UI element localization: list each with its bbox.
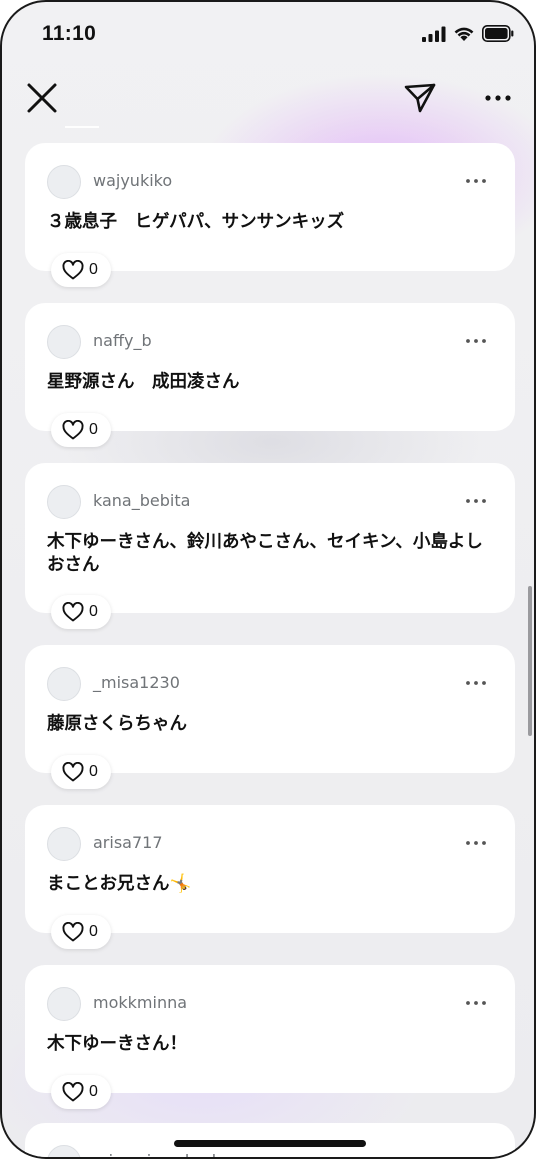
more-horizontal-icon — [466, 179, 486, 183]
home-indicator[interactable] — [174, 1140, 366, 1147]
comment-list: wajyukiko ３歳息子 ヒゲパパ、サンサンキッズ 0 naffy_b 星野… — [2, 2, 534, 1157]
comment-text: 木下ゆーきさん！ — [47, 1034, 187, 1054]
heart-icon — [62, 602, 84, 622]
comment-card: mokkminna 木下ゆーきさん！ 0 — [25, 965, 515, 1109]
more-horizontal-icon — [466, 1001, 486, 1005]
like-count: 0 — [89, 603, 98, 620]
comment-card: wajyukiko ３歳息子 ヒゲパパ、サンサンキッズ 0 — [25, 143, 515, 287]
like-button[interactable]: 0 — [51, 595, 111, 629]
comment-more-button[interactable] — [461, 673, 491, 693]
like-button[interactable]: 0 — [51, 1075, 111, 1109]
comment-more-button[interactable] — [461, 833, 491, 853]
comment-username[interactable]: wajyukiko — [93, 171, 172, 190]
heart-icon — [62, 420, 84, 440]
comment-more-button[interactable] — [461, 993, 491, 1013]
comment-username[interactable]: arisa717 — [93, 833, 163, 852]
comment-card: naffy_b 星野源さん 成田凌さん 0 — [25, 303, 515, 447]
phone-frame: 11:10 wajyukiko ３歳息子 ヒゲパパ、サンサンキッズ 0 naff… — [0, 0, 536, 1159]
heart-icon — [62, 762, 84, 782]
like-button[interactable]: 0 — [51, 755, 111, 789]
comment-text: 星野源さん 成田凌さん — [47, 372, 240, 392]
comment-username[interactable]: naffy_b — [93, 331, 152, 350]
more-horizontal-icon — [466, 841, 486, 845]
comment-username[interactable]: kana_bebita — [93, 491, 190, 510]
comment-username[interactable]: misomi_mukoshop — [93, 1151, 242, 1157]
more-horizontal-icon — [466, 339, 486, 343]
like-button[interactable]: 0 — [51, 413, 111, 447]
like-count: 0 — [89, 1083, 98, 1100]
like-count: 0 — [89, 421, 98, 438]
avatar[interactable] — [47, 325, 81, 359]
comment-username[interactable]: mokkminna — [93, 993, 187, 1012]
avatar[interactable] — [47, 1145, 81, 1157]
more-horizontal-icon — [466, 499, 486, 503]
avatar[interactable] — [47, 165, 81, 199]
comment-text: 木下ゆーきさん、鈴川あやこさん、セイキン、小島よしおさん — [47, 532, 483, 575]
comment-text: 藤原さくらちゃん — [47, 714, 187, 734]
comment-more-button[interactable] — [461, 171, 491, 191]
avatar[interactable] — [47, 827, 81, 861]
heart-icon — [62, 260, 84, 280]
more-horizontal-icon — [466, 681, 486, 685]
avatar[interactable] — [47, 987, 81, 1021]
heart-icon — [62, 1082, 84, 1102]
avatar[interactable] — [47, 667, 81, 701]
heart-icon — [62, 922, 84, 942]
like-count: 0 — [89, 763, 98, 780]
scrollbar[interactable] — [528, 586, 532, 736]
comment-more-button[interactable] — [461, 491, 491, 511]
like-count: 0 — [89, 261, 98, 278]
comment-card: _misa1230 藤原さくらちゃん 0 — [25, 645, 515, 789]
comment-text: まことお兄さん🤸 — [47, 874, 192, 894]
like-button[interactable]: 0 — [51, 253, 111, 287]
avatar[interactable] — [47, 485, 81, 519]
comment-username[interactable]: _misa1230 — [93, 673, 180, 692]
comment-card: arisa717 まことお兄さん🤸 0 — [25, 805, 515, 949]
comment-more-button[interactable] — [461, 331, 491, 351]
comment-card: kana_bebita 木下ゆーきさん、鈴川あやこさん、セイキン、小島よしおさん… — [25, 463, 515, 629]
comment-text: ３歳息子 ヒゲパパ、サンサンキッズ — [47, 212, 345, 232]
like-button[interactable]: 0 — [51, 915, 111, 949]
like-count: 0 — [89, 923, 98, 940]
